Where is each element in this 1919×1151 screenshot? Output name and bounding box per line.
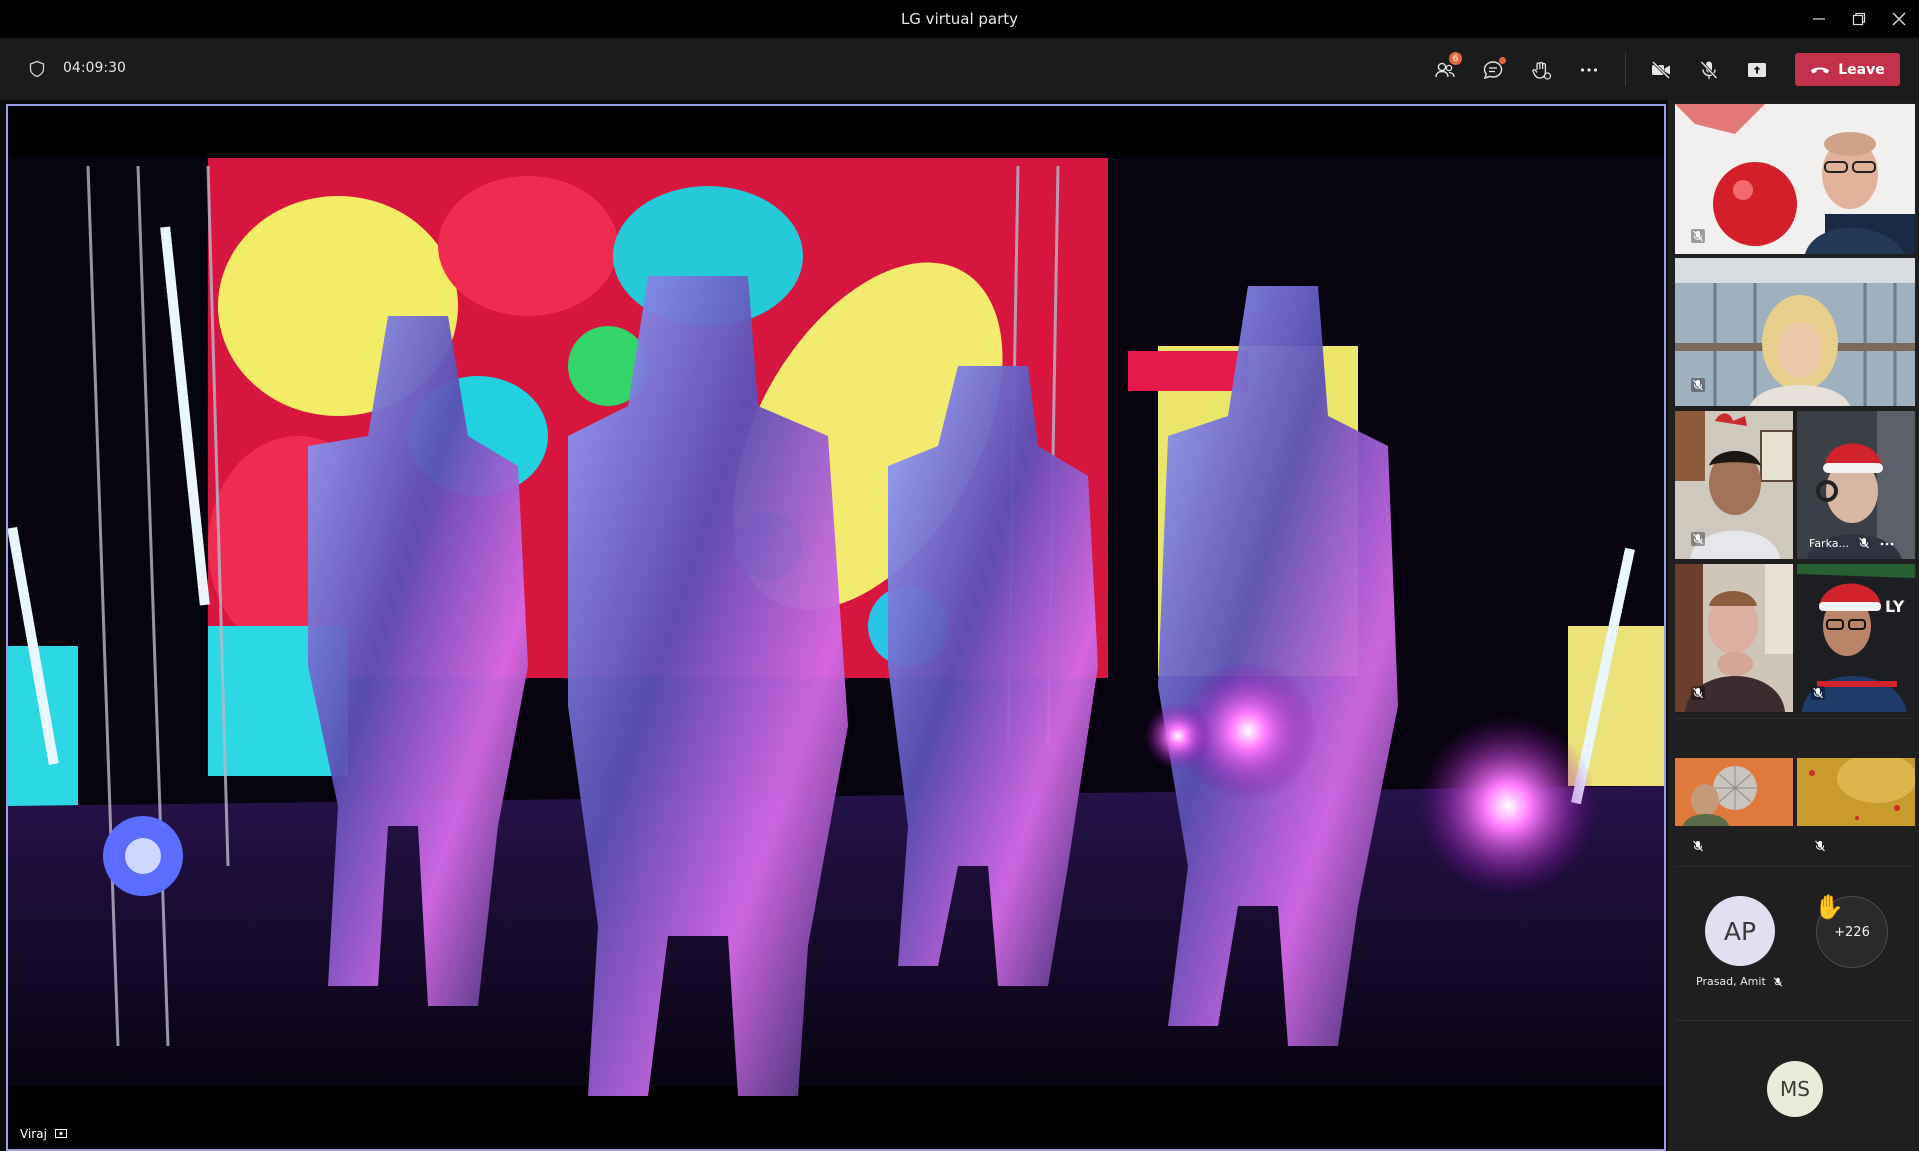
reactions-button[interactable]	[1524, 54, 1558, 86]
restore-button[interactable]	[1841, 6, 1877, 32]
mic-off-icon	[1691, 686, 1705, 700]
more-actions-button[interactable]	[1572, 54, 1606, 86]
participant-video-2	[1675, 258, 1915, 406]
participants-badge: 6	[1449, 52, 1462, 65]
restore-icon	[1852, 12, 1866, 26]
avatar-initials-ap: AP	[1723, 916, 1757, 946]
mic-toggle-button[interactable]	[1692, 54, 1726, 86]
chat-unread-dot	[1499, 57, 1506, 64]
toolbar-divider	[1625, 52, 1626, 86]
mic-off-icon	[1811, 686, 1825, 700]
share-content-button[interactable]	[1740, 54, 1774, 86]
stage-video-feed	[8, 106, 1664, 1149]
title-bar: LG virtual party	[0, 0, 1919, 38]
presenter-name-tag: Viraj	[20, 1127, 67, 1141]
camera-off-icon	[1651, 60, 1671, 80]
participant-tile-8[interactable]	[1797, 758, 1915, 826]
shield-icon[interactable]	[28, 60, 46, 78]
raised-hand-icon: ✋	[1814, 893, 1844, 921]
participant-label-ap: Prasad, Amit	[1696, 975, 1784, 988]
participant-name-farka: Farka...	[1809, 537, 1849, 550]
leave-label: Leave	[1838, 61, 1885, 78]
meeting-toolbar: 04:09:30 6 Leave	[0, 38, 1919, 100]
presenter-name: Viraj	[20, 1127, 47, 1141]
main-video-stage[interactable]: Viraj	[6, 104, 1666, 1151]
close-icon	[1892, 12, 1906, 26]
participant-tile-3[interactable]	[1675, 411, 1793, 559]
participant-avatar-ap[interactable]: AP	[1705, 896, 1775, 966]
participant-tile-2[interactable]	[1675, 258, 1915, 406]
participant-tile-6[interactable]: LY	[1797, 564, 1915, 712]
leave-button[interactable]: Leave	[1795, 53, 1900, 86]
gallery-separator	[1676, 1020, 1913, 1021]
participant-video-7	[1675, 758, 1793, 826]
more-horizontal-icon	[1580, 68, 1598, 72]
mic-off-icon	[1815, 840, 1825, 852]
participant-video-1	[1675, 104, 1915, 254]
minimize-icon	[1813, 18, 1825, 20]
minimize-button[interactable]	[1801, 6, 1837, 32]
mic-off-icon	[1700, 60, 1718, 80]
participant-avatar-ms[interactable]: MS	[1767, 1061, 1823, 1117]
svg-text:LY: LY	[1885, 597, 1905, 616]
gallery-separator	[1676, 866, 1913, 867]
overflow-count: +226	[1834, 924, 1870, 940]
gallery-separator	[1676, 718, 1913, 719]
participants-button[interactable]: 6	[1428, 52, 1462, 86]
camera-toggle-button[interactable]	[1644, 54, 1678, 86]
chat-button[interactable]	[1476, 54, 1510, 86]
participant-video-8	[1797, 758, 1915, 826]
window-title: LG virtual party	[900, 10, 1019, 28]
mic-off-icon	[1773, 976, 1782, 987]
phone-hangup-icon	[1811, 67, 1830, 73]
raise-hand-icon	[1532, 61, 1552, 80]
mic-off-icon	[1691, 378, 1705, 392]
share-screen-icon	[1748, 63, 1766, 77]
screen-share-indicator-icon	[54, 1129, 67, 1138]
mic-off-icon	[1691, 229, 1705, 243]
participant-tile-7[interactable]	[1675, 758, 1793, 826]
meeting-timer: 04:09:30	[63, 60, 126, 76]
mic-off-icon	[1693, 840, 1703, 852]
participant-tile-1[interactable]	[1675, 104, 1915, 254]
more-options-icon[interactable]	[1879, 537, 1895, 551]
participant-tile-5[interactable]	[1675, 564, 1793, 712]
participant-tile-farka[interactable]: Farka...	[1797, 411, 1915, 559]
mic-off-icon	[1691, 532, 1705, 546]
participant-name-ap: Prasad, Amit	[1696, 975, 1766, 988]
close-button[interactable]	[1881, 6, 1917, 32]
mic-off-icon	[1859, 537, 1869, 549]
avatar-initials-ms: MS	[1780, 1077, 1810, 1101]
